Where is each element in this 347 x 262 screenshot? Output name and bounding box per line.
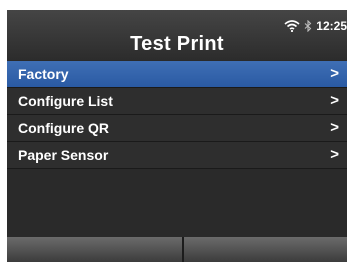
header-bar: Test Print 12:25 (7, 10, 347, 63)
status-bar: 12:25 (284, 19, 347, 33)
chevron-right-icon: > (330, 92, 339, 109)
chevron-right-icon: > (330, 65, 339, 82)
softkey-right[interactable] (184, 237, 347, 262)
printer-display: Test Print 12:25 Factory > Configure Lis… (0, 0, 347, 262)
page-title: Test Print (130, 33, 224, 55)
menu-list: Factory > Configure List > Configure QR … (7, 61, 347, 169)
menu-item-paper-sensor[interactable]: Paper Sensor > (7, 142, 347, 169)
chevron-right-icon: > (330, 119, 339, 136)
menu-item-label: Paper Sensor (18, 147, 109, 163)
softkey-left[interactable] (7, 237, 184, 262)
wifi-icon (284, 20, 300, 32)
menu-item-configure-list[interactable]: Configure List > (7, 88, 347, 115)
clock: 12:25 (316, 19, 347, 33)
menu-item-factory[interactable]: Factory > (7, 61, 347, 88)
menu-item-label: Factory (18, 66, 69, 82)
menu-item-label: Configure List (18, 93, 113, 109)
menu-item-label: Configure QR (18, 120, 109, 136)
chevron-right-icon: > (330, 146, 339, 163)
bluetooth-icon (304, 20, 312, 32)
left-bezel (0, 10, 7, 262)
softkey-bar (7, 237, 347, 262)
top-bezel (0, 0, 347, 10)
menu-item-configure-qr[interactable]: Configure QR > (7, 115, 347, 142)
